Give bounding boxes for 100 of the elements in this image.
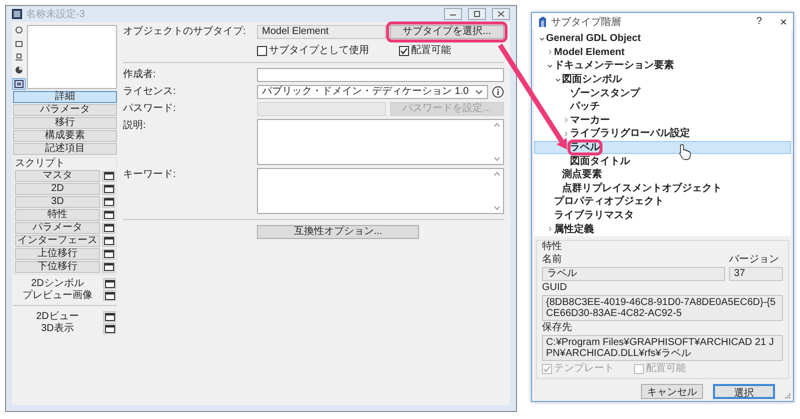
frame-view-icon[interactable] — [13, 78, 25, 90]
dialog-button[interactable]: キャンセル — [641, 384, 703, 399]
select-subtype-button[interactable]: サブタイプを選択... — [390, 25, 504, 39]
field-label: オブジェクトのサブタイプ: — [123, 25, 247, 39]
window-icon[interactable] — [102, 196, 115, 208]
minimize-icon[interactable] — [444, 8, 462, 20]
caret-icon[interactable] — [539, 36, 545, 42]
field-label: キーワード: — [123, 168, 177, 182]
script-button[interactable]: マスタ — [15, 170, 100, 182]
field-label: 名前 — [542, 254, 563, 266]
group-title: スクリプト — [15, 158, 66, 169]
tree-item[interactable]: 図面タイトル — [570, 156, 630, 167]
window-icon[interactable] — [102, 236, 115, 246]
pointer-icon — [679, 144, 691, 160]
selected-row[interactable]: ラベル — [534, 140, 791, 154]
window-icon[interactable] — [103, 278, 116, 289]
guid-field: {8DB8C3EE-4019-46C8-91D0-7A8DE0A5EC6D}-{5CE66D30-83AE-4C82-AC92-5 — [542, 295, 783, 321]
tree-item[interactable]: マーカー — [570, 114, 610, 126]
window-icon[interactable] — [102, 248, 115, 260]
tree-item[interactable]: プロパティオブジェクト — [554, 196, 664, 208]
script-button[interactable]: 特性 — [15, 209, 100, 221]
checkbox-label: テンプレート — [554, 363, 614, 375]
section-tab[interactable]: 移行 — [13, 117, 117, 129]
dialog-title: サブタイプ階層 — [551, 16, 621, 28]
window-icon[interactable] — [102, 170, 115, 182]
section-tab[interactable]: 記述項目 — [13, 143, 117, 155]
script-button[interactable]: インターフェース — [15, 235, 100, 247]
window-title: 名称未設定-3 — [26, 8, 85, 21]
tree-item[interactable]: General GDL Object — [546, 33, 641, 44]
section-tab[interactable]: 詳細 — [13, 91, 117, 103]
field-label: 説明: — [123, 119, 147, 133]
checkbox[interactable] — [257, 46, 267, 56]
checkbox-label: 配置可能 — [411, 45, 451, 57]
view-label: 2Dシンボル — [30, 278, 85, 289]
compatibility-options-button[interactable]: 互換性オプション... — [257, 225, 419, 239]
caret-icon[interactable] — [555, 76, 561, 83]
window-icon[interactable] — [102, 210, 115, 220]
tree-item[interactable]: ドキュメンテーション要素 — [554, 60, 674, 72]
scroll-up-icon[interactable] — [494, 123, 500, 127]
checkbox[interactable] — [399, 46, 409, 56]
tree-item[interactable]: ゾーンスタンプ — [570, 88, 640, 99]
field-label: パスワード: — [123, 102, 177, 116]
license-dropdown[interactable]: パブリック・ドメイン・デディケーション 1.0 — [257, 85, 488, 99]
field-label: ライセンス: — [123, 85, 177, 99]
section-tab[interactable]: パラメータ — [13, 104, 117, 116]
object-icon — [538, 16, 547, 28]
caret-icon[interactable] — [547, 62, 553, 69]
view-label: 3D表示 — [40, 323, 75, 334]
author-field[interactable] — [257, 68, 504, 82]
location-field: C:¥Program Files¥GRAPHISOFT¥ARCHICAD 21 JPN¥ARCHICAD.DLL¥rfs¥ラベル — [542, 335, 783, 361]
frame-icon — [12, 9, 22, 19]
subtype-field: Model Element — [257, 25, 386, 39]
script-button[interactable]: パラメータ — [15, 222, 100, 234]
tree-item[interactable]: 点群リプレイスメントオブジェクト — [562, 182, 722, 194]
window-icon[interactable] — [102, 262, 115, 272]
window-icon[interactable] — [103, 311, 116, 322]
script-button[interactable]: 下位移行 — [15, 261, 100, 273]
tree-item[interactable]: 測点要素 — [562, 169, 602, 180]
window-icon[interactable] — [103, 290, 116, 301]
dialog-button[interactable]: 選択 — [713, 384, 775, 399]
globe-view-icon[interactable] — [13, 65, 25, 76]
script-button[interactable]: 上位移行 — [15, 248, 100, 260]
window-icon[interactable] — [102, 184, 115, 194]
name-field: ラベル — [542, 267, 725, 281]
maximize-icon[interactable] — [468, 8, 486, 20]
tree-item[interactable]: Model Element — [554, 46, 625, 58]
field-label: バージョン — [729, 254, 780, 266]
close-icon[interactable] — [492, 8, 510, 20]
stand-view-icon[interactable] — [13, 52, 25, 62]
tree-item[interactable]: ラベル — [570, 142, 600, 154]
window-icon[interactable] — [102, 222, 115, 234]
info-icon[interactable] — [492, 86, 504, 98]
tree-item[interactable]: パッチ — [570, 101, 600, 112]
tree-item[interactable]: ライブラリグローバル設定 — [570, 128, 690, 140]
circle-view-icon[interactable] — [13, 25, 25, 36]
scroll-down-icon[interactable] — [494, 206, 500, 210]
scroll-up-icon[interactable] — [494, 172, 500, 176]
script-button[interactable]: 2D — [15, 183, 100, 195]
view-label: プレビュー画像 — [22, 290, 94, 301]
chevron-icon — [475, 89, 483, 95]
view-label: 2Dビュー — [35, 311, 80, 322]
version-field: 37 — [729, 267, 783, 281]
tree-item[interactable]: 図面シンボル — [562, 74, 622, 86]
highlight-frame — [568, 140, 602, 156]
window-icon[interactable] — [103, 323, 116, 334]
help-button[interactable]: ? — [756, 16, 762, 27]
field-label: 保存先 — [542, 322, 573, 334]
script-button[interactable]: 3D — [15, 196, 100, 208]
close-button[interactable]: × — [780, 14, 787, 28]
field-label: 作成者: — [123, 68, 157, 82]
scroll-down-icon[interactable] — [494, 157, 500, 161]
tree-item[interactable]: ライブラリマスタ — [554, 210, 634, 222]
field-label: GUID — [542, 282, 568, 294]
keywords-field[interactable] — [257, 168, 504, 214]
checkbox-label: 配置可能 — [646, 363, 686, 375]
square-view-icon[interactable] — [13, 38, 25, 49]
section-tab[interactable]: 構成要素 — [13, 130, 117, 142]
tree-item[interactable]: 属性定義 — [554, 224, 594, 235]
resize-grip-icon[interactable] — [785, 393, 791, 399]
description-field[interactable] — [257, 119, 504, 165]
